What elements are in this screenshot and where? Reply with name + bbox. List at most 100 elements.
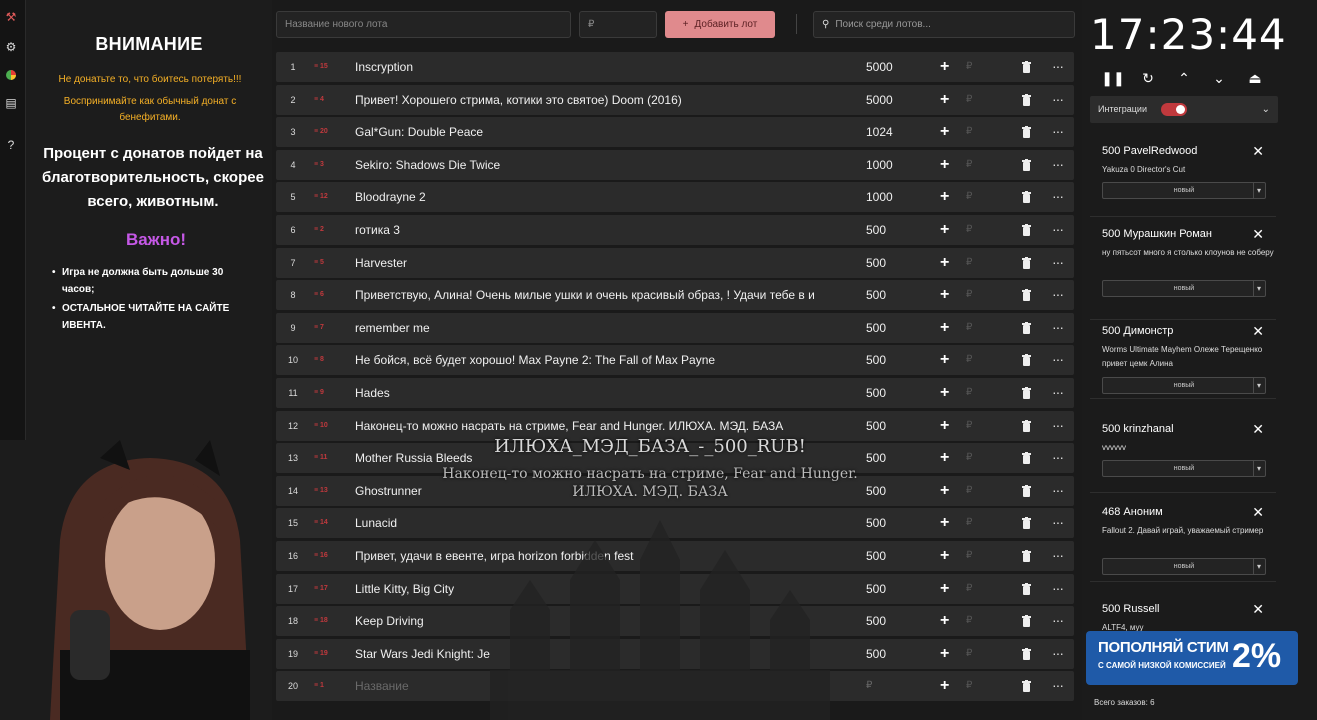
trash-icon[interactable] xyxy=(1022,647,1031,660)
trash-icon[interactable] xyxy=(1022,517,1031,530)
lot-amount[interactable]: 5000 xyxy=(866,52,893,82)
reset-icon[interactable]: ↻ xyxy=(1138,68,1158,88)
lot-row[interactable]: 11 ≡ 9 Hades 500 + ₽ ··· xyxy=(276,377,1074,408)
more-options-icon[interactable]: ··· xyxy=(1052,150,1064,178)
pause-icon[interactable]: ❚❚ xyxy=(1101,68,1124,88)
more-options-icon[interactable]: ··· xyxy=(1052,476,1064,504)
lot-drag-handle[interactable]: ≡ 6 xyxy=(314,280,324,310)
close-icon[interactable]: ✕ xyxy=(1252,226,1264,243)
lot-amount[interactable]: 500 xyxy=(866,639,886,669)
integrations-toggle[interactable] xyxy=(1161,103,1187,116)
trash-icon[interactable] xyxy=(1022,256,1031,269)
clipboard-icon[interactable]: ▤ xyxy=(2,94,20,112)
trash-icon[interactable] xyxy=(1022,549,1031,562)
ruble-input-icon[interactable]: ₽ xyxy=(966,313,972,343)
ruble-input-icon[interactable]: ₽ xyxy=(966,606,972,636)
lot-amount[interactable]: 500 xyxy=(866,345,886,375)
lot-row[interactable]: 1 ≡ 15 Inscryption 5000 + ₽ ··· xyxy=(276,52,1074,82)
lot-name[interactable]: Inscryption xyxy=(355,52,845,82)
more-options-icon[interactable]: ··· xyxy=(1052,541,1064,569)
lot-drag-handle[interactable]: ≡ 3 xyxy=(314,150,324,180)
more-options-icon[interactable]: ··· xyxy=(1052,443,1064,471)
lot-amount[interactable]: 1000 xyxy=(866,150,893,180)
trash-icon[interactable] xyxy=(1022,93,1031,106)
lot-name[interactable]: Bloodrayne 2 xyxy=(355,182,845,212)
more-options-icon[interactable]: ··· xyxy=(1052,52,1064,80)
chevron-down-icon[interactable]: ⌄ xyxy=(1209,68,1229,88)
trash-icon[interactable] xyxy=(1022,223,1031,236)
add-amount-icon[interactable]: + xyxy=(940,378,949,408)
new-lot-amount-input[interactable]: ₽ xyxy=(579,11,657,38)
gear-icon[interactable]: ⚙ xyxy=(2,38,20,56)
lot-name[interactable]: Harvester xyxy=(355,248,845,278)
add-amount-icon[interactable]: + xyxy=(940,476,949,506)
trash-icon[interactable] xyxy=(1022,354,1031,367)
lot-name[interactable]: Hades xyxy=(355,378,845,408)
lot-drag-handle[interactable]: ≡ 18 xyxy=(314,606,328,636)
lot-amount[interactable]: 5000 xyxy=(866,85,893,115)
close-icon[interactable]: ✕ xyxy=(1252,421,1264,438)
trash-icon[interactable] xyxy=(1022,386,1031,399)
trash-icon[interactable] xyxy=(1022,419,1031,432)
more-options-icon[interactable]: ··· xyxy=(1052,574,1064,602)
donation-status-select[interactable]: новый xyxy=(1102,558,1266,575)
lot-row[interactable]: 2 ≡ 4 Привет! Хорошего стрима, котики это … xyxy=(276,84,1074,115)
trash-icon[interactable] xyxy=(1022,158,1031,171)
more-options-icon[interactable]: ··· xyxy=(1052,280,1064,308)
trash-icon[interactable] xyxy=(1022,61,1031,73)
more-options-icon[interactable]: ··· xyxy=(1052,85,1064,113)
lot-drag-handle[interactable]: ≡ 2 xyxy=(314,215,324,245)
add-amount-icon[interactable]: + xyxy=(940,280,949,310)
more-options-icon[interactable]: ··· xyxy=(1052,215,1064,243)
ruble-input-icon[interactable]: ₽ xyxy=(966,639,972,669)
add-amount-icon[interactable]: + xyxy=(940,508,949,538)
lot-drag-handle[interactable]: ≡ 13 xyxy=(314,476,328,506)
pie-chart-icon[interactable] xyxy=(2,66,20,84)
lot-drag-handle[interactable]: ≡ 5 xyxy=(314,248,324,278)
trash-icon[interactable] xyxy=(1022,126,1031,139)
lot-drag-handle[interactable]: ≡ 17 xyxy=(314,574,328,604)
lot-name[interactable]: Не бойся, всё будет хорошо! Max Payne 2:… xyxy=(355,345,845,375)
add-amount-icon[interactable]: + xyxy=(940,150,949,180)
close-icon[interactable]: ✕ xyxy=(1252,323,1264,340)
lot-name[interactable]: Gal*Gun: Double Peace xyxy=(355,117,845,147)
add-amount-icon[interactable]: + xyxy=(940,574,949,604)
trash-icon[interactable] xyxy=(1022,615,1031,628)
lot-row[interactable]: 4 ≡ 3 Sekiro: Shadows Die Twice 1000 + ₽ ··· xyxy=(276,149,1074,180)
more-options-icon[interactable]: ··· xyxy=(1052,378,1064,406)
auction-icon[interactable]: ⚒ xyxy=(2,8,20,26)
lot-amount[interactable]: 500 xyxy=(866,574,886,604)
ruble-input-icon[interactable]: ₽ xyxy=(966,443,972,473)
lot-amount[interactable]: ₽ xyxy=(866,671,872,701)
search-lots-input[interactable]: ⚲ Поиск среди лотов... xyxy=(813,11,1075,38)
lot-row[interactable]: 10 ≡ 8 Не бойся, всё будет хорошо! Max Pay… xyxy=(276,345,1074,376)
add-amount-icon[interactable]: + xyxy=(940,541,949,571)
lot-amount[interactable]: 500 xyxy=(866,215,886,245)
add-amount-icon[interactable]: + xyxy=(940,345,949,375)
ruble-input-icon[interactable]: ₽ xyxy=(966,508,972,538)
trash-icon[interactable] xyxy=(1022,321,1031,334)
lot-drag-handle[interactable]: ≡ 10 xyxy=(314,411,328,441)
lot-row[interactable]: 7 ≡ 5 Harvester 500 + ₽ ··· xyxy=(276,247,1074,278)
ruble-input-icon[interactable]: ₽ xyxy=(966,378,972,408)
ruble-input-icon[interactable]: ₽ xyxy=(966,215,972,245)
ruble-input-icon[interactable]: ₽ xyxy=(966,476,972,506)
trash-icon[interactable] xyxy=(1022,582,1031,595)
lot-amount[interactable]: 500 xyxy=(866,378,886,408)
more-options-icon[interactable]: ··· xyxy=(1052,639,1064,667)
eject-icon[interactable]: ⏏ xyxy=(1245,68,1265,88)
ruble-input-icon[interactable]: ₽ xyxy=(966,411,972,441)
lot-drag-handle[interactable]: ≡ 1 xyxy=(314,671,324,701)
lot-name[interactable]: Sekiro: Shadows Die Twice xyxy=(355,150,845,180)
trash-icon[interactable] xyxy=(1022,484,1031,497)
lot-row[interactable]: 3 ≡ 20 Gal*Gun: Double Peace 1024 + ₽ ··· xyxy=(276,117,1074,148)
close-icon[interactable]: ✕ xyxy=(1252,143,1264,160)
chevron-down-icon[interactable]: ⌄ xyxy=(1262,96,1270,123)
add-amount-icon[interactable]: + xyxy=(940,639,949,669)
more-options-icon[interactable]: ··· xyxy=(1052,671,1064,699)
add-amount-icon[interactable]: + xyxy=(940,671,949,701)
ruble-input-icon[interactable]: ₽ xyxy=(966,182,972,212)
donation-card[interactable]: 500 Мурашкин Роман ✕ ну пятьсот много я ст… xyxy=(1090,226,1276,320)
add-amount-icon[interactable]: + xyxy=(940,411,949,441)
lot-drag-handle[interactable]: ≡ 8 xyxy=(314,345,324,375)
